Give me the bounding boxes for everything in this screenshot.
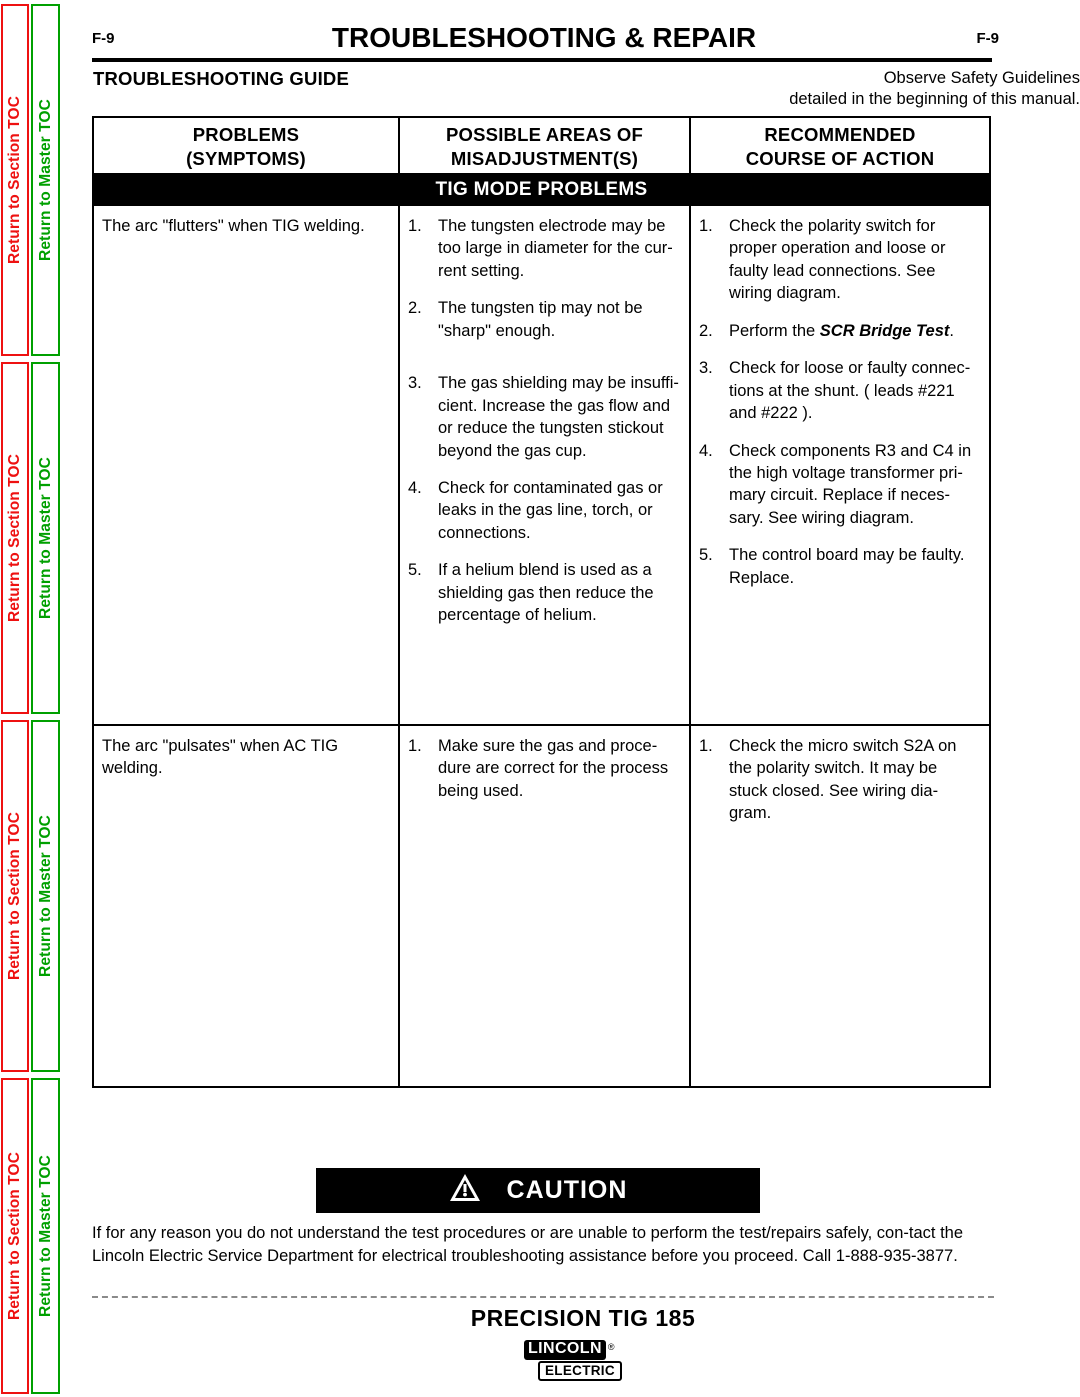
- action-cell: 1. Check the polarity switch for proper o…: [689, 206, 989, 724]
- caution-label: CAUTION: [506, 1176, 628, 1204]
- emphasis-text: SCR Bridge Test: [819, 321, 950, 340]
- action-item: 4. Check components R3 and C4 in the high…: [699, 440, 979, 530]
- list-item-text: Perform the SCR Bridge Test.: [729, 321, 954, 340]
- toc-tab-label: Return to Master TOC: [36, 99, 54, 261]
- misadjustment-list: 1. The tungsten electrode may be too larg…: [408, 215, 679, 627]
- table-header-problems-line2: (SYMPTOMS): [186, 148, 306, 170]
- toc-tab-label: Return to Master TOC: [36, 815, 54, 977]
- toc-tab-label: Return to Master TOC: [36, 1155, 54, 1317]
- page-folio-right: F-9: [976, 30, 1000, 47]
- misadjustment-item: 2. The tungsten tip may not be "sharp" en…: [408, 297, 679, 342]
- action-item: 2. Perform the SCR Bridge Test.: [699, 320, 979, 342]
- list-item-text: Check the polarity switch for proper ope…: [729, 217, 946, 303]
- table-row: The arc "flutters" when TIG welding. 1. T…: [94, 206, 989, 724]
- list-item-text: Check the micro switch S2A on the polari…: [729, 737, 957, 823]
- action-item: 1. Check the polarity switch for proper o…: [699, 215, 979, 305]
- list-item-number: 4.: [699, 441, 713, 460]
- misadjustment-item: 4. Check for contaminated gas or leaks in…: [408, 477, 679, 544]
- toc-tab-strip: Return to Section TOC Return to Master TO…: [0, 0, 86, 1397]
- list-item-text: The gas shielding may be insuffi-cient. …: [438, 374, 679, 460]
- table-header-misadjustments-line2: MISADJUSTMENT(S): [450, 148, 639, 170]
- table-header-actions: RECOMMENDED COURSE OF ACTION: [689, 118, 989, 173]
- table-header-misadjustments-line1: POSSIBLE AREAS OF: [446, 124, 643, 145]
- troubleshooting-guide-table: PROBLEMS (SYMPTOMS) POSSIBLE AREAS OF MI…: [92, 116, 991, 1088]
- toc-tab-label: Return to Section TOC: [6, 1151, 23, 1321]
- page-title: TROUBLESHOOTING & REPAIR: [331, 22, 757, 53]
- list-item-number: 1.: [408, 737, 422, 755]
- table-header-problems: PROBLEMS (SYMPTOMS): [94, 118, 398, 173]
- action-list: 1. Check the micro switch S2A on the pola…: [699, 735, 979, 825]
- footer-divider: [92, 1296, 994, 1298]
- warning-triangle-icon: [449, 1173, 481, 1208]
- misadjustment-list: 1. Make sure the gas and proce-dure are c…: [408, 735, 679, 802]
- toc-tab-master-2[interactable]: Return to Master TOC: [31, 362, 60, 714]
- list-item-text: The tungsten electrode may be too large …: [438, 217, 673, 280]
- logo-lincoln-text: LINCOLN: [524, 1340, 606, 1360]
- list-item-number: 4.: [408, 478, 422, 497]
- guide-title: TROUBLESHOOTING GUIDE: [93, 68, 350, 89]
- list-item-text: The tungsten tip may not be "sharp" enou…: [438, 299, 643, 340]
- safety-note-line-1: Observe Safety Guidelines: [883, 69, 1080, 87]
- footer-model-name: PRECISION TIG 185: [470, 1305, 696, 1331]
- table-section-band: TIG MODE PROBLEMS: [94, 173, 989, 206]
- table-header-actions-line2: COURSE OF ACTION: [745, 148, 935, 170]
- running-head: F-9 TROUBLESHOOTING & REPAIR F-9: [92, 22, 999, 58]
- list-item-number: 2.: [699, 321, 713, 340]
- table-row: The arc "pulsates" when AC TIG welding. …: [94, 724, 989, 1086]
- list-item-number: 2.: [408, 299, 422, 318]
- registered-trademark-icon: ®: [607, 1342, 615, 1352]
- symptom-cell: The arc "flutters" when TIG welding.: [102, 217, 365, 235]
- table-header-problems-line1: PROBLEMS: [192, 124, 300, 145]
- toc-tab-section-3[interactable]: Return to Section TOC: [1, 720, 29, 1072]
- toc-tab-label: Return to Section TOC: [6, 811, 23, 981]
- misadjustment-item: 3. The gas shielding may be insuffi-cient…: [408, 372, 679, 462]
- list-item-number: 3.: [408, 374, 422, 393]
- caution-banner: CAUTION: [316, 1168, 760, 1213]
- toc-tab-section-4[interactable]: Return to Section TOC: [1, 1078, 29, 1394]
- list-item-text: The control board may be faulty. Replace…: [729, 546, 965, 587]
- misadjustment-cell: 1. Make sure the gas and proce-dure are c…: [398, 726, 689, 1086]
- toc-tab-master-4[interactable]: Return to Master TOC: [31, 1078, 60, 1394]
- list-item-number: 1.: [699, 217, 713, 235]
- logo-top-row: LINCOLN ®: [524, 1340, 642, 1360]
- list-item-number: 5.: [408, 561, 422, 580]
- table-header-actions-line1: RECOMMENDED: [764, 124, 916, 145]
- list-item-text: Check for contaminated gas or leaks in t…: [438, 478, 663, 542]
- table-header-misadjustments: POSSIBLE AREAS OF MISADJUSTMENT(S): [398, 118, 689, 173]
- action-list: 1. Check the polarity switch for proper o…: [699, 215, 979, 589]
- action-item: 1. Check the micro switch S2A on the pola…: [699, 735, 979, 825]
- action-item: 3. Check for loose or faulty connec-tions…: [699, 357, 979, 424]
- list-item-number: 3.: [699, 359, 713, 378]
- table-header-row: PROBLEMS (SYMPTOMS) POSSIBLE AREAS OF MI…: [94, 118, 989, 173]
- list-item-text: If a helium blend is used as a shielding…: [438, 561, 654, 625]
- toc-tab-section-1[interactable]: Return to Section TOC: [1, 4, 29, 356]
- toc-tab-section-2[interactable]: Return to Section TOC: [1, 362, 29, 714]
- toc-tab-master-1[interactable]: Return to Master TOC: [31, 4, 60, 356]
- list-item-text: Check components R3 and C4 in the high v…: [729, 441, 972, 527]
- symptom-cell: The arc "pulsates" when AC TIG welding.: [102, 737, 339, 778]
- document-page: F-9 TROUBLESHOOTING & REPAIR F-9 TROUBLE…: [86, 0, 1080, 1397]
- misadjustment-cell: 1. The tungsten electrode may be too larg…: [398, 206, 689, 724]
- list-item-number: 1.: [408, 217, 422, 235]
- toc-tab-label: Return to Section TOC: [6, 453, 23, 623]
- caution-body-text: If for any reason you do not understand …: [92, 1224, 964, 1266]
- misadjustment-item: 1. Make sure the gas and proce-dure are c…: [408, 735, 679, 802]
- logo-electric-text: ELECTRIC: [538, 1360, 622, 1382]
- safety-note-line-2: detailed in the beginning of this manual…: [789, 90, 1080, 109]
- action-item: 5. The control board may be faulty. Repla…: [699, 544, 979, 589]
- header-rule: [92, 58, 992, 62]
- safety-note: Observe Safety Guidelines detailed in th…: [560, 68, 1080, 110]
- list-item-text: Check for loose or faulty connec-tions a…: [729, 359, 971, 423]
- toc-tab-label: Return to Master TOC: [36, 457, 54, 619]
- toc-tab-master-3[interactable]: Return to Master TOC: [31, 720, 60, 1072]
- list-item-text: Make sure the gas and proce-dure are cor…: [438, 737, 669, 800]
- toc-tab-label: Return to Section TOC: [6, 95, 23, 265]
- list-item-number: 5.: [699, 546, 713, 565]
- lincoln-electric-logo: LINCOLN ® ELECTRIC: [524, 1340, 642, 1382]
- misadjustment-item: 5. If a helium blend is used as a shieldi…: [408, 559, 679, 626]
- misadjustment-item: 1. The tungsten electrode may be too larg…: [408, 215, 679, 282]
- list-item-number: 1.: [699, 737, 713, 755]
- action-cell: 1. Check the micro switch S2A on the pola…: [689, 726, 989, 1086]
